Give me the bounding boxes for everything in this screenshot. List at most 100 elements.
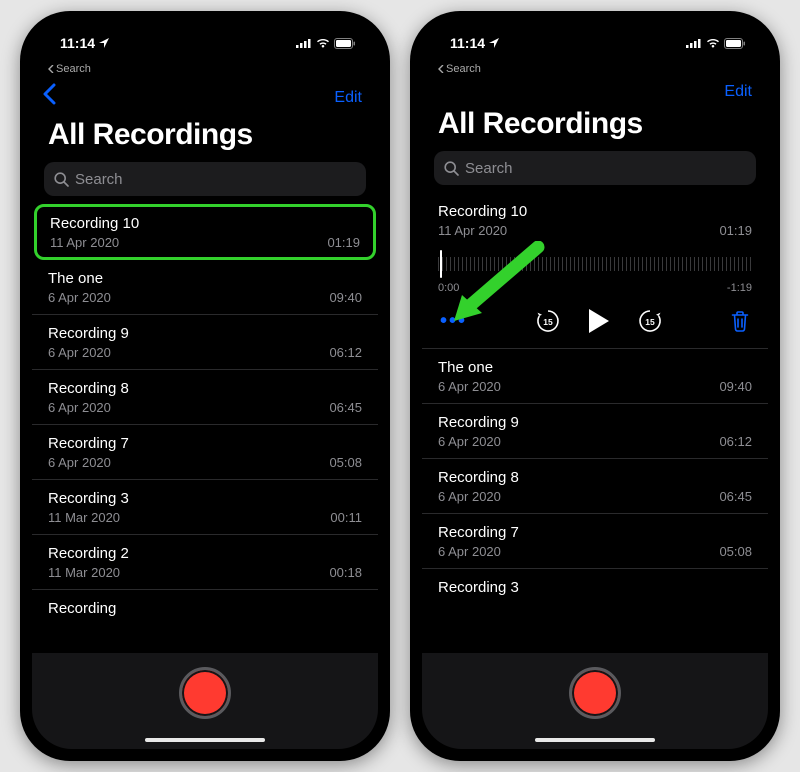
recording-duration: 09:40 [329, 290, 362, 305]
recording-date: 6 Apr 2020 [438, 489, 501, 504]
breadcrumb-label: Search [446, 63, 481, 75]
search-icon [54, 172, 69, 187]
location-icon [99, 35, 109, 51]
location-icon [489, 35, 499, 51]
list-item[interactable]: Recording 8 6 Apr 2020 06:45 [422, 459, 768, 514]
recording-date: 11 Mar 2020 [48, 565, 120, 580]
recording-date: 11 Apr 2020 [50, 235, 119, 250]
recording-duration: 05:08 [329, 455, 362, 470]
page-title: All Recordings [32, 116, 378, 162]
edit-button[interactable]: Edit [334, 89, 362, 107]
recording-name: Recording [48, 600, 362, 617]
list-item[interactable]: Recording 2 11 Mar 2020 00:18 [32, 535, 378, 590]
recording-name: Recording 8 [438, 469, 752, 486]
battery-icon [334, 38, 356, 49]
recording-name: Recording 9 [48, 325, 362, 342]
play-button[interactable] [587, 308, 611, 334]
wifi-icon [316, 38, 330, 48]
battery-icon [724, 38, 746, 49]
breadcrumb[interactable]: Search [422, 63, 768, 77]
list-item[interactable]: Recording [32, 590, 378, 626]
list-item[interactable]: Recording 9 6 Apr 2020 06:12 [422, 404, 768, 459]
skip-forward-15-button[interactable]: 15 [637, 308, 663, 334]
phone-right: 11:14 Search Edit All Recordings Search [410, 11, 780, 761]
search-placeholder: Search [465, 160, 513, 177]
time-remaining: -1:19 [727, 282, 752, 294]
page-title: All Recordings [422, 105, 768, 151]
search-input[interactable]: Search [434, 151, 756, 185]
recording-name: Recording 7 [48, 435, 362, 452]
list-item[interactable]: The one 6 Apr 2020 09:40 [422, 349, 768, 404]
recording-duration: 06:45 [719, 489, 752, 504]
recording-date: 6 Apr 2020 [438, 379, 501, 394]
list-item[interactable]: Recording 3 11 Mar 202000:11 [32, 480, 378, 535]
list-item[interactable]: Recording 10 11 Apr 2020 01:19 [34, 204, 376, 260]
status-bar: 11:14 [422, 23, 768, 63]
status-icons [296, 38, 356, 49]
recording-date: 6 Apr 2020 [48, 290, 111, 305]
recording-name: Recording 3 [438, 579, 752, 596]
recording-duration: 06:12 [329, 345, 362, 360]
recording-duration: 01:19 [327, 235, 360, 250]
recordings-list: Recording 10 11 Apr 2020 01:19 The one 6 … [32, 204, 378, 626]
cellular-icon [686, 38, 702, 48]
recordings-list: Recording 10 11 Apr 2020 01:19 0:00 -1:19… [422, 193, 768, 605]
delete-button[interactable] [730, 310, 750, 332]
status-time: 11:14 [60, 35, 95, 51]
recording-date: 11 Apr 2020 [438, 223, 507, 238]
cellular-icon [296, 38, 312, 48]
recording-date: 6 Apr 2020 [438, 434, 501, 449]
edit-button[interactable]: Edit [724, 83, 752, 101]
list-item[interactable]: Recording 7 6 Apr 2020 05:08 [422, 514, 768, 569]
home-indicator[interactable] [145, 738, 265, 742]
recording-date: 6 Apr 2020 [48, 345, 111, 360]
search-input[interactable]: Search [44, 162, 366, 196]
recording-duration: 09:40 [719, 379, 752, 394]
bottom-toolbar [422, 653, 768, 749]
breadcrumb-label: Search [56, 63, 91, 75]
recording-date: 6 Apr 2020 [438, 544, 501, 559]
list-item[interactable]: Recording 7 6 Apr 2020 05:08 [32, 425, 378, 480]
breadcrumb[interactable]: Search [32, 63, 378, 77]
recording-duration: 06:45 [329, 400, 362, 415]
svg-text:15: 15 [543, 317, 553, 327]
recording-name: Recording 8 [48, 380, 362, 397]
recording-name: Recording 10 [438, 203, 752, 220]
status-time: 11:14 [450, 35, 485, 51]
bottom-toolbar [32, 653, 378, 749]
wifi-icon [706, 38, 720, 48]
back-button[interactable] [42, 83, 56, 112]
recording-name: Recording 10 [50, 215, 360, 232]
recording-name: Recording 2 [48, 545, 362, 562]
home-indicator[interactable] [535, 738, 655, 742]
recording-name: Recording 9 [438, 414, 752, 431]
recording-duration: 00:11 [330, 510, 362, 525]
list-item[interactable]: The one 6 Apr 2020 09:40 [32, 260, 378, 315]
svg-text:15: 15 [645, 317, 655, 327]
record-button[interactable] [179, 667, 231, 719]
list-item[interactable]: Recording 8 6 Apr 2020 06:45 [32, 370, 378, 425]
phone-left: 11:14 Search Edit All Recordings [20, 11, 390, 761]
recording-duration: 01:19 [719, 223, 752, 238]
recording-name: The one [438, 359, 752, 376]
record-button[interactable] [569, 667, 621, 719]
skip-back-15-button[interactable]: 15 [535, 308, 561, 334]
list-item[interactable]: Recording 9 6 Apr 2020 06:12 [32, 315, 378, 370]
list-item[interactable]: Recording 3 [422, 569, 768, 605]
search-placeholder: Search [75, 171, 123, 188]
list-item-expanded[interactable]: Recording 10 11 Apr 2020 01:19 0:00 -1:19… [422, 193, 768, 349]
recording-duration: 06:12 [719, 434, 752, 449]
recording-duration: 05:08 [719, 544, 752, 559]
time-elapsed: 0:00 [438, 282, 459, 294]
status-icons [686, 38, 746, 49]
recording-name: The one [48, 270, 362, 287]
playback-scrubber[interactable] [438, 250, 752, 278]
recording-date: 6 Apr 2020 [48, 455, 111, 470]
status-bar: 11:14 [32, 23, 378, 63]
recording-name: Recording 7 [438, 524, 752, 541]
more-options-button[interactable]: ••• [440, 310, 467, 333]
recording-name: Recording 3 [48, 490, 362, 507]
recording-duration: 00:18 [329, 565, 362, 580]
recording-date: 6 Apr 2020 [48, 400, 111, 415]
search-icon [444, 161, 459, 176]
